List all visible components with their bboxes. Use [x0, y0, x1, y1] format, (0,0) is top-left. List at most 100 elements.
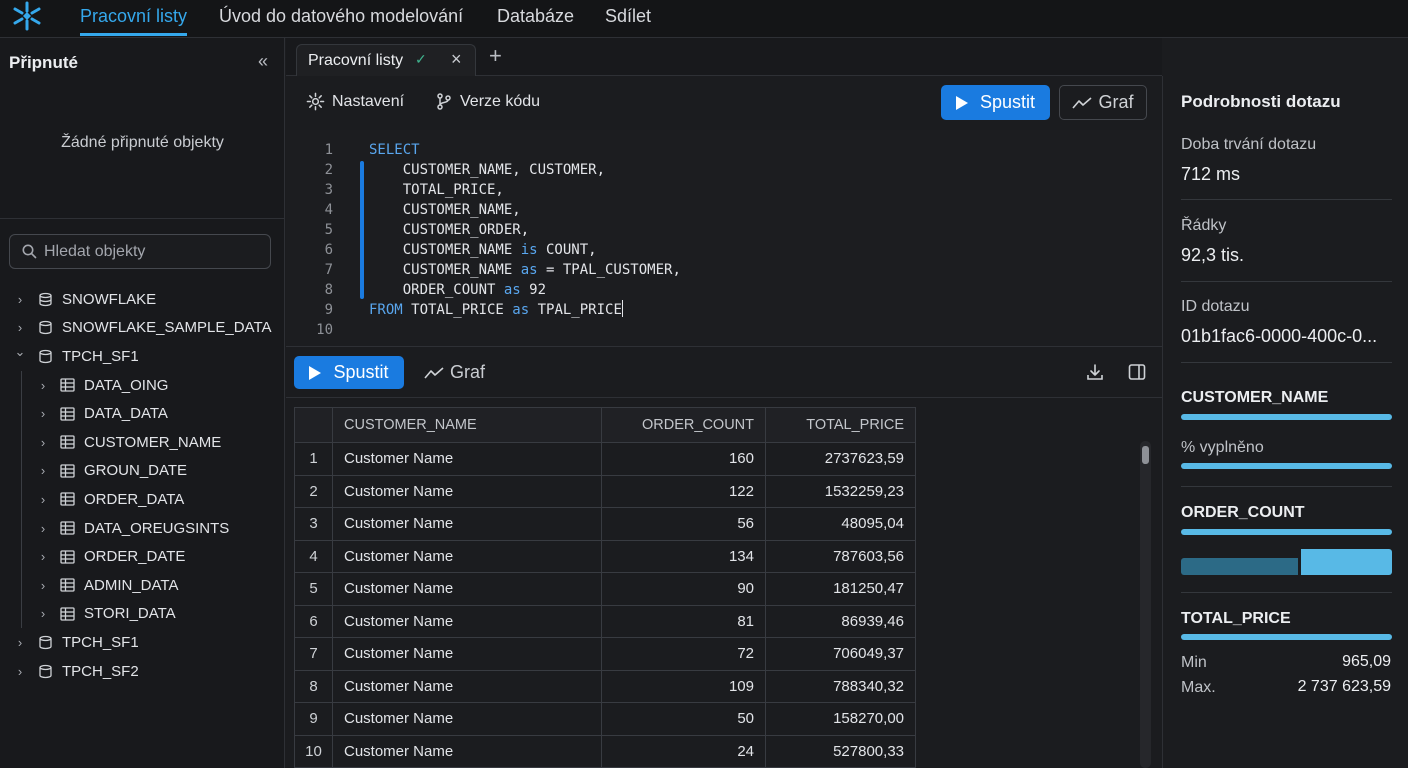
code-line[interactable]: 6 CUSTOMER_NAME is COUNT, — [286, 240, 1162, 260]
table-row[interactable]: 9 Customer Name 50 158270,00 — [294, 702, 916, 736]
chevron-right-icon[interactable]: › — [36, 549, 50, 564]
tree-item[interactable]: › TPCH_SF1 — [0, 628, 285, 657]
cell-total-price[interactable]: 787603,56 — [765, 539, 916, 573]
tree-item[interactable]: › TPCH_SF2 — [0, 657, 285, 686]
cell-customer-name[interactable]: Customer Name — [332, 474, 602, 508]
cell-order-count[interactable]: 24 — [601, 734, 766, 768]
cell-order-count[interactable]: 109 — [601, 669, 766, 703]
chevron-right-icon[interactable]: › — [13, 635, 27, 650]
tree-item[interactable]: › ORDER_DATA — [0, 485, 285, 514]
tree-item[interactable]: › DATA_DATA — [0, 399, 285, 428]
table-row[interactable]: 8 Customer Name 109 788340,32 — [294, 669, 916, 703]
vertical-scrollbar[interactable] — [1140, 441, 1151, 768]
tree-item[interactable]: › SNOWFLAKE — [0, 285, 285, 314]
cell-total-price[interactable]: 1532259,23 — [765, 474, 916, 508]
chevron-right-icon[interactable]: › — [36, 578, 50, 593]
scrollbar-thumb[interactable] — [1142, 446, 1149, 464]
chevron-right-icon[interactable]: › — [36, 463, 50, 478]
tree-item[interactable]: › STORI_DATA — [0, 600, 285, 629]
query-id-value[interactable]: 01b1fac6-0000-400c-0... — [1181, 326, 1377, 347]
cell-order-count[interactable]: 81 — [601, 604, 766, 638]
add-tab-button[interactable]: + — [489, 45, 502, 67]
chevron-right-icon[interactable]: › — [36, 606, 50, 621]
results-chart-button[interactable]: Graf — [424, 362, 485, 383]
toggle-panel-icon[interactable] — [1128, 363, 1146, 381]
cell-customer-name[interactable]: Customer Name — [332, 604, 602, 638]
download-icon[interactable] — [1086, 363, 1104, 381]
table-row[interactable]: 4 Customer Name 134 787603,56 — [294, 539, 916, 573]
cell-order-count[interactable]: 90 — [601, 572, 766, 606]
code-line[interactable]: 9 FROM TOTAL_PRICE as TPAL_PRICE — [286, 300, 1162, 320]
cell-total-price[interactable]: 158270,00 — [765, 702, 916, 736]
cell-total-price[interactable]: 788340,32 — [765, 669, 916, 703]
chevron-right-icon[interactable]: › — [36, 521, 50, 536]
tree-item[interactable]: › CUSTOMER_NAME — [0, 428, 285, 457]
code-line[interactable]: 4 CUSTOMER_NAME, — [286, 200, 1162, 220]
cell-order-count[interactable]: 72 — [601, 637, 766, 671]
cell-order-count[interactable]: 134 — [601, 539, 766, 573]
chevron-right-icon[interactable]: › — [13, 664, 27, 679]
table-row[interactable]: 3 Customer Name 56 48095,04 — [294, 507, 916, 541]
tree-item[interactable]: › ORDER_DATE — [0, 542, 285, 571]
cell-customer-name[interactable]: Customer Name — [332, 734, 602, 768]
code-versions-button[interactable]: Verze kódu — [435, 92, 540, 111]
nav-item-share[interactable]: Sdílet — [605, 5, 651, 36]
chevron-right-icon[interactable]: › — [13, 320, 27, 335]
table-row[interactable]: 1 Customer Name 160 2737623,59 — [294, 442, 916, 476]
column-header[interactable]: CUSTOMER_NAME — [332, 407, 602, 443]
table-row[interactable]: 10 Customer Name 24 527800,33 — [294, 734, 916, 768]
column-header[interactable]: TOTAL_PRICE — [765, 407, 916, 443]
run-button[interactable]: Spustit — [941, 85, 1050, 120]
tab-worksheet[interactable]: Pracovní listy ✓ × — [296, 44, 476, 77]
search-input[interactable] — [44, 241, 264, 263]
cell-total-price[interactable]: 181250,47 — [765, 572, 916, 606]
cell-customer-name[interactable]: Customer Name — [332, 702, 602, 736]
chevron-down-icon[interactable]: ⌄ — [13, 345, 27, 358]
cell-total-price[interactable]: 527800,33 — [765, 734, 916, 768]
table-row[interactable]: 5 Customer Name 90 181250,47 — [294, 572, 916, 606]
table-row[interactable]: 7 Customer Name 72 706049,37 — [294, 637, 916, 671]
code-line[interactable]: 7 CUSTOMER_NAME as = TPAL_CUSTOMER, — [286, 260, 1162, 280]
chevron-right-icon[interactable]: › — [36, 492, 50, 507]
cell-customer-name[interactable]: Customer Name — [332, 507, 602, 541]
close-tab-icon[interactable]: × — [451, 49, 462, 70]
cell-order-count[interactable]: 50 — [601, 702, 766, 736]
table-row[interactable]: 6 Customer Name 81 86939,46 — [294, 604, 916, 638]
code-line[interactable]: 3 TOTAL_PRICE, — [286, 180, 1162, 200]
code-line[interactable]: 5 CUSTOMER_ORDER, — [286, 220, 1162, 240]
code-line[interactable]: 10 — [286, 320, 1162, 340]
code-line[interactable]: 8 ORDER_COUNT as 92 — [286, 280, 1162, 300]
tree-item[interactable]: › ADMIN_DATA — [0, 571, 285, 600]
cell-customer-name[interactable]: Customer Name — [332, 637, 602, 671]
tree-item[interactable]: › GROUN_DATE — [0, 457, 285, 486]
nav-item-databases[interactable]: Databáze — [497, 5, 574, 36]
cell-customer-name[interactable]: Customer Name — [332, 539, 602, 573]
code-line[interactable]: 1 SELECT — [286, 140, 1162, 160]
chevron-right-icon[interactable]: › — [36, 435, 50, 450]
nav-item-worksheets[interactable]: Pracovní listy — [80, 5, 188, 36]
chevron-right-icon[interactable]: › — [36, 406, 50, 421]
cell-customer-name[interactable]: Customer Name — [332, 572, 602, 606]
snowflake-logo-icon[interactable] — [10, 0, 44, 32]
table-row[interactable]: 2 Customer Name 122 1532259,23 — [294, 474, 916, 508]
cell-total-price[interactable]: 2737623,59 — [765, 442, 916, 476]
nav-item-data-modeling[interactable]: Úvod do datového modelování — [219, 5, 463, 36]
tree-item[interactable]: › SNOWFLAKE_SAMPLE_DATA — [0, 314, 285, 343]
code-line[interactable]: 2 CUSTOMER_NAME, CUSTOMER, — [286, 160, 1162, 180]
cell-total-price[interactable]: 86939,46 — [765, 604, 916, 638]
cell-order-count[interactable]: 160 — [601, 442, 766, 476]
cell-total-price[interactable]: 706049,37 — [765, 637, 916, 671]
settings-button[interactable]: Nastavení — [306, 92, 404, 111]
collapse-sidebar-button[interactable]: « — [252, 50, 274, 72]
chevron-right-icon[interactable]: › — [36, 378, 50, 393]
cell-total-price[interactable]: 48095,04 — [765, 507, 916, 541]
cell-customer-name[interactable]: Customer Name — [332, 442, 602, 476]
chart-button[interactable]: Graf — [1059, 85, 1147, 120]
tree-item[interactable]: ⌄ TPCH_SF1 — [0, 342, 285, 371]
run-results-button[interactable]: Spustit — [294, 356, 404, 389]
chevron-right-icon[interactable]: › — [13, 292, 27, 307]
sql-editor[interactable]: 1 SELECT 2 CUSTOMER_NAME, CUSTOMER, 3 TOTAL… — [286, 130, 1162, 347]
cell-order-count[interactable]: 56 — [601, 507, 766, 541]
cell-customer-name[interactable]: Customer Name — [332, 669, 602, 703]
tree-item[interactable]: › DATA_OREUGSINTS — [0, 514, 285, 543]
